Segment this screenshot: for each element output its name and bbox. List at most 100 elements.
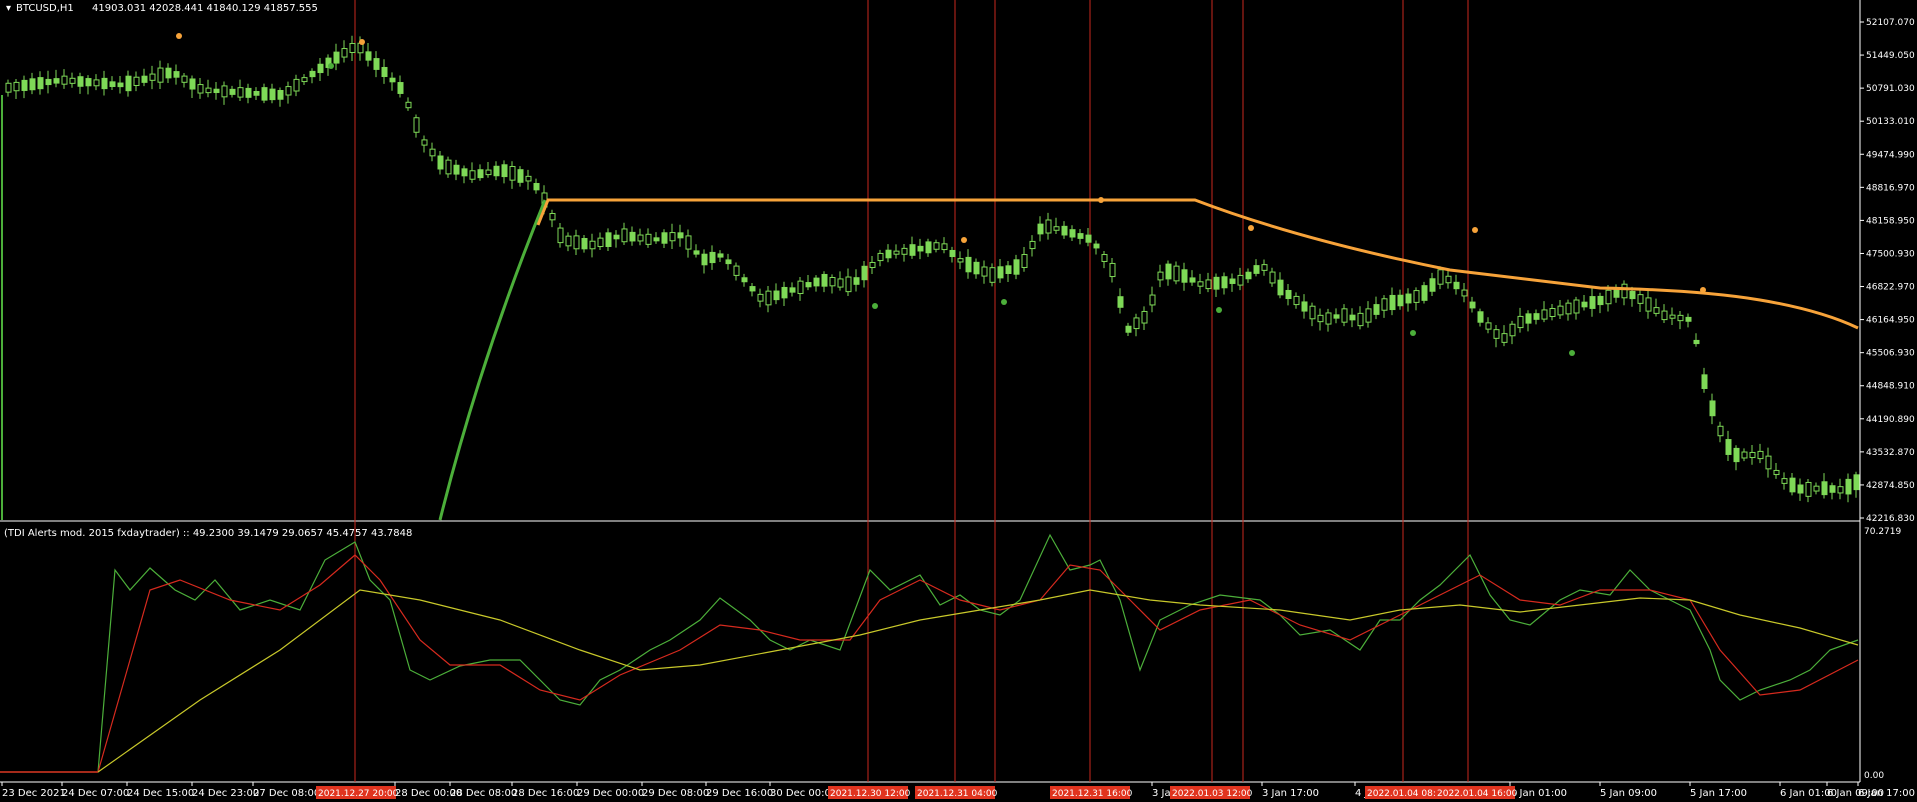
candle-body xyxy=(1421,285,1428,301)
time-tick-label: 29 Dec 16:00 xyxy=(706,788,773,799)
candle-body xyxy=(85,78,92,87)
candle-body xyxy=(1565,302,1572,315)
candle-body xyxy=(1501,333,1508,343)
signal-dot-green xyxy=(1410,330,1416,336)
candle-body xyxy=(1765,455,1772,470)
candle-body xyxy=(21,79,28,91)
candle-body xyxy=(1445,275,1452,284)
signal-dot-green xyxy=(328,63,334,69)
candle-body xyxy=(717,253,724,258)
candle-body xyxy=(1077,233,1084,239)
candle-body xyxy=(1197,281,1204,287)
candle-body xyxy=(1117,296,1124,308)
candle-body xyxy=(1413,290,1420,303)
candle-body xyxy=(941,243,948,251)
candle-body xyxy=(149,73,156,81)
candle-body xyxy=(493,165,500,177)
candle-body xyxy=(1109,262,1116,278)
candle-body xyxy=(893,250,900,255)
price-tick-label: 48158.950 xyxy=(1866,216,1915,226)
candle-body xyxy=(1741,451,1748,459)
candle-body xyxy=(1221,276,1228,289)
candle-body xyxy=(989,267,996,283)
time-tick-label: 29 Dec 08:00 xyxy=(642,788,709,799)
candle-body xyxy=(429,148,436,157)
candle-body xyxy=(589,240,596,250)
candle-body xyxy=(1829,485,1836,493)
candle-body xyxy=(653,237,660,242)
candle-body xyxy=(293,78,300,92)
candle-body xyxy=(1045,219,1052,234)
price-tick-label: 52107.070 xyxy=(1866,18,1915,28)
event-marker-label: 2021.12.31 16:00 xyxy=(1052,789,1133,799)
signal-dot-orange xyxy=(1248,225,1254,231)
candle-body xyxy=(1101,254,1108,262)
time-tick-label: 6 Jan 17:00 xyxy=(1858,788,1915,799)
time-tick-label: 28 Dec 16:00 xyxy=(512,788,579,799)
candle-body xyxy=(285,86,292,96)
price-tick-label: 46164.950 xyxy=(1866,316,1915,326)
time-tick-label: 5 Jan 09:00 xyxy=(1600,788,1657,799)
candle-body xyxy=(1669,314,1676,319)
candle-body xyxy=(573,235,580,250)
candle-body xyxy=(1165,263,1172,280)
trading-chart[interactable]: 52107.070 51449.050 50791.030 50133.010 4947… xyxy=(0,0,1917,802)
candle-body xyxy=(1725,439,1732,455)
candle-body xyxy=(333,51,340,64)
candle-body xyxy=(861,265,868,281)
candle-body xyxy=(949,249,956,258)
candle-body xyxy=(973,261,980,275)
candle-body xyxy=(565,235,572,247)
candle-body xyxy=(301,77,308,83)
candle-body xyxy=(1821,481,1828,496)
candle-body xyxy=(181,75,188,83)
candle-body xyxy=(821,273,828,287)
candle-body xyxy=(1853,474,1860,491)
candle-body xyxy=(1701,374,1708,389)
candle-body xyxy=(1477,311,1484,323)
candle-body xyxy=(1133,317,1140,330)
candle-body xyxy=(909,244,916,256)
candle-body xyxy=(461,168,468,177)
candle-body xyxy=(1357,312,1364,327)
candle-body xyxy=(197,84,204,94)
candle-body xyxy=(229,88,236,95)
price-tick-label: 47500.930 xyxy=(1866,249,1915,259)
candle-body xyxy=(1509,323,1516,337)
candle-body xyxy=(1757,450,1764,460)
time-tick-label: 24 Dec 15:00 xyxy=(127,788,194,799)
price-tick-label: 44190.890 xyxy=(1866,415,1915,425)
candle-body xyxy=(1613,288,1620,298)
candle-body xyxy=(221,85,228,98)
candle-body xyxy=(1469,301,1476,309)
candle-body xyxy=(557,227,564,244)
candle-body xyxy=(1405,293,1412,304)
candle-body xyxy=(509,166,516,181)
candle-body xyxy=(1749,451,1756,459)
candle-body xyxy=(373,58,380,70)
candle-body xyxy=(549,213,556,221)
candle-body xyxy=(157,67,164,83)
candle-body xyxy=(53,78,60,84)
candle-body xyxy=(1093,243,1100,249)
price-tick-label: 49474.990 xyxy=(1866,150,1915,160)
candle-body xyxy=(1653,307,1660,314)
candle-body xyxy=(957,258,964,263)
candle-body xyxy=(997,266,1004,279)
candle-body xyxy=(685,235,692,250)
candle-body xyxy=(1845,478,1852,495)
price-tick-label: 43532.870 xyxy=(1866,448,1915,458)
price-tick-label: 45506.930 xyxy=(1866,349,1915,359)
symbol-triangle-icon[interactable]: ▾ xyxy=(6,3,11,14)
candle-body xyxy=(269,88,276,101)
candle-body xyxy=(781,286,788,299)
candle-body xyxy=(581,238,588,250)
candle-body xyxy=(1637,294,1644,304)
candle-body xyxy=(925,241,932,254)
candle-body xyxy=(1605,289,1612,305)
candle-body xyxy=(389,77,396,83)
candle-body xyxy=(1437,269,1444,285)
event-marker-label: 2022.01.03 12:00 xyxy=(1172,789,1253,799)
candle-body xyxy=(669,232,676,242)
candle-body xyxy=(789,287,796,293)
